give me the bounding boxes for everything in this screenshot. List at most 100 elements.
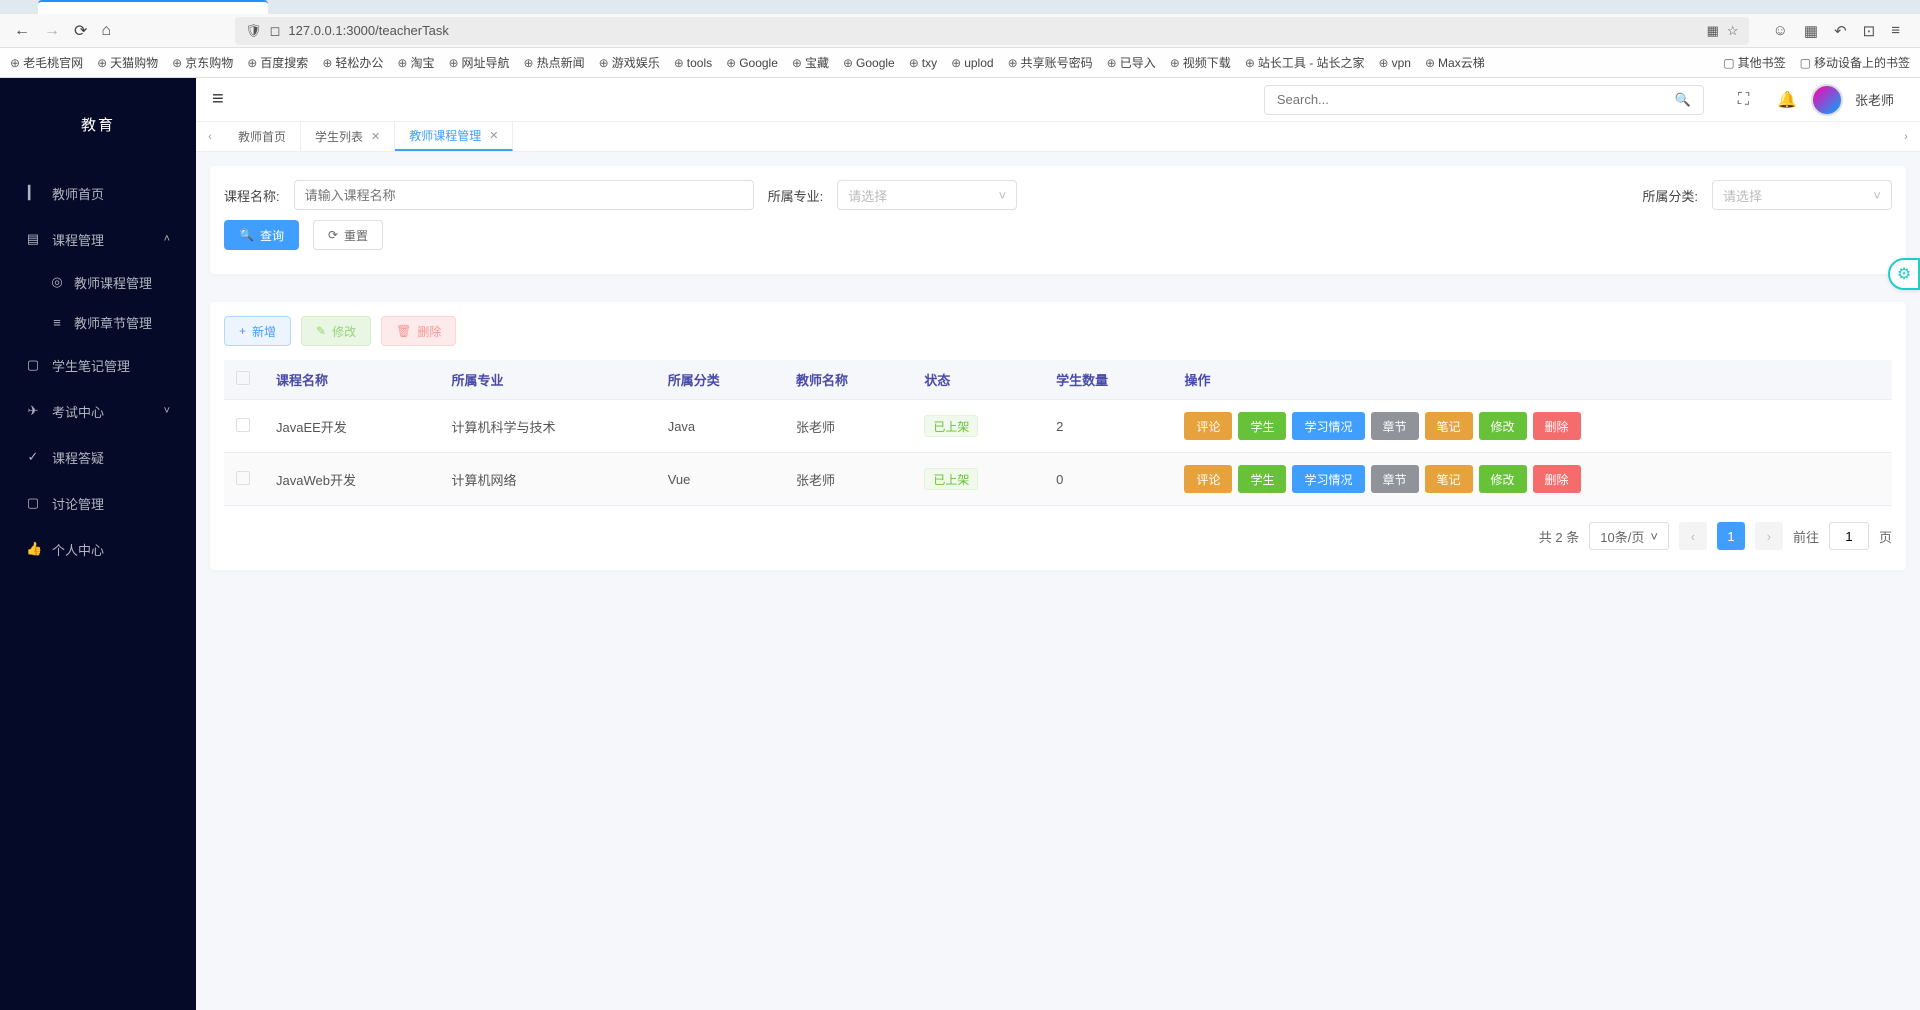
action-button-笔记[interactable]: 笔记 bbox=[1425, 412, 1473, 440]
action-button-评论[interactable]: 评论 bbox=[1184, 412, 1232, 440]
fullscreen-icon[interactable]: ⛶ bbox=[1738, 91, 1749, 109]
goto-page-input[interactable] bbox=[1829, 522, 1869, 550]
sidebar-item[interactable]: ▤课程管理˄ bbox=[0, 216, 196, 262]
action-button-章节[interactable]: 章节 bbox=[1371, 412, 1419, 440]
action-button-修改[interactable]: 修改 bbox=[1479, 465, 1527, 493]
action-button-章节[interactable]: 章节 bbox=[1371, 465, 1419, 493]
bookmark-item[interactable]: ⊕txy bbox=[909, 56, 937, 70]
settings-float-button[interactable]: ⚙ bbox=[1888, 258, 1920, 290]
add-button[interactable]: +新增 bbox=[224, 316, 291, 346]
checkbox-row[interactable] bbox=[236, 471, 250, 485]
bookmark-item[interactable]: ⊕热点新闻 bbox=[524, 54, 585, 71]
action-button-评论[interactable]: 评论 bbox=[1184, 465, 1232, 493]
next-page-button[interactable]: › bbox=[1755, 522, 1783, 550]
sidebar-item[interactable]: ✓课程答疑 bbox=[0, 434, 196, 480]
delete-button[interactable]: 🗑删除 bbox=[381, 316, 456, 346]
chevron-icon: ˅ bbox=[164, 405, 170, 417]
bookmark-item[interactable]: ⊕站长工具 - 站长之家 bbox=[1245, 54, 1365, 71]
bookmark-item[interactable]: ⊕老毛桃官网 bbox=[10, 54, 83, 71]
action-button-删除[interactable]: 删除 bbox=[1533, 465, 1581, 493]
menu-icon[interactable]: ≡ bbox=[1891, 22, 1900, 40]
avatar[interactable] bbox=[1811, 84, 1843, 116]
sidebar-item[interactable]: ▢讨论管理 bbox=[0, 480, 196, 526]
sidebar-item[interactable]: 👍个人中心 bbox=[0, 526, 196, 572]
bell-icon[interactable]: 🔔 bbox=[1777, 90, 1797, 110]
bookmark-item[interactable]: ⊕Max云梯 bbox=[1425, 54, 1485, 71]
filter-name-input[interactable] bbox=[294, 180, 754, 210]
action-button-学习情况[interactable]: 学习情况 bbox=[1292, 465, 1364, 493]
username-label[interactable]: 张老师 bbox=[1855, 90, 1894, 109]
action-button-删除[interactable]: 删除 bbox=[1533, 412, 1581, 440]
topbar: ≡ 🔍 ⛶ 🔔 张老师 bbox=[196, 78, 1920, 122]
checkbox-all[interactable] bbox=[236, 371, 250, 385]
forward-icon[interactable]: → bbox=[44, 22, 60, 40]
bookmark-item[interactable]: ⊕uplod bbox=[951, 56, 993, 70]
sidebar-item[interactable]: ≡教师章节管理 bbox=[0, 302, 196, 342]
bookmark-item[interactable]: ⊕京东购物 bbox=[172, 54, 233, 71]
bookmark-item[interactable]: ⊕已导入 bbox=[1107, 54, 1156, 71]
qr-icon[interactable]: ▦ bbox=[1707, 23, 1719, 39]
query-button[interactable]: 🔍查询 bbox=[224, 220, 299, 250]
address-bar[interactable]: 🛡 ◻ 127.0.0.1:3000/teacherTask ▦ ☆ bbox=[235, 17, 1748, 45]
bookmark-item[interactable]: ⊕Google bbox=[843, 56, 895, 70]
bookmark-item[interactable]: ⊕天猫购物 bbox=[97, 54, 158, 71]
home-icon[interactable]: ⌂ bbox=[101, 22, 111, 40]
bookmark-item[interactable]: ⊕百度搜索 bbox=[247, 54, 308, 71]
browser-active-tab[interactable] bbox=[38, 0, 268, 14]
sidebar-item[interactable]: ◎教师课程管理 bbox=[0, 262, 196, 302]
action-button-学生[interactable]: 学生 bbox=[1238, 465, 1286, 493]
bookmark-item[interactable]: ⊕淘宝 bbox=[397, 54, 434, 71]
tab-scroll-left[interactable]: ‹ bbox=[196, 122, 224, 151]
page-tab[interactable]: 学生列表✕ bbox=[301, 122, 395, 151]
bookmark-item[interactable]: ⊕共享账号密码 bbox=[1008, 54, 1093, 71]
bookmark-item[interactable]: ⊕Google bbox=[726, 56, 778, 70]
search-box[interactable]: 🔍 bbox=[1264, 85, 1704, 115]
page-size-select[interactable]: 10条/页˅ bbox=[1589, 522, 1669, 550]
bookmark-item[interactable]: ▢其他书签 bbox=[1723, 54, 1785, 71]
menu-label: 个人中心 bbox=[52, 540, 104, 559]
bookmark-item[interactable]: ⊕vpn bbox=[1379, 56, 1411, 70]
goto-suffix: 页 bbox=[1879, 527, 1892, 546]
tab-label: 教师首页 bbox=[238, 128, 286, 145]
bookmark-item[interactable]: ⊕游戏娱乐 bbox=[599, 54, 660, 71]
reset-button[interactable]: ⟳重置 bbox=[313, 220, 383, 250]
page-tab[interactable]: 教师首页 bbox=[224, 122, 301, 151]
sidebar-item[interactable]: ▎教师首页 bbox=[0, 170, 196, 216]
menu-icon: ◎ bbox=[50, 274, 64, 290]
tab-scroll-right[interactable]: › bbox=[1892, 122, 1920, 151]
bookmark-item[interactable]: ▢移动设备上的书签 bbox=[1800, 54, 1910, 71]
action-button-笔记[interactable]: 笔记 bbox=[1425, 465, 1473, 493]
action-button-修改[interactable]: 修改 bbox=[1479, 412, 1527, 440]
pocket-icon[interactable]: ⊡ bbox=[1863, 22, 1876, 40]
bookmark-item[interactable]: ⊕轻松办公 bbox=[322, 54, 383, 71]
prev-page-button[interactable]: ‹ bbox=[1679, 522, 1707, 550]
action-button-学生[interactable]: 学生 bbox=[1238, 412, 1286, 440]
bookmark-item[interactable]: ⊕tools bbox=[674, 56, 712, 70]
bookmark-item[interactable]: ⊕宝藏 bbox=[792, 54, 829, 71]
action-button-学习情况[interactable]: 学习情况 bbox=[1292, 412, 1364, 440]
checkbox-row[interactable] bbox=[236, 418, 250, 432]
globe-icon: ⊕ bbox=[792, 56, 802, 70]
star-icon[interactable]: ☆ bbox=[1727, 23, 1739, 39]
bookmark-item[interactable]: ⊕网址导航 bbox=[448, 54, 509, 71]
profile-icon[interactable]: ☺ bbox=[1773, 22, 1788, 40]
page-tab[interactable]: 教师课程管理✕ bbox=[395, 122, 513, 151]
page-1-button[interactable]: 1 bbox=[1717, 522, 1745, 550]
filter-major-select[interactable]: 请选择˅ bbox=[837, 180, 1017, 210]
search-icon[interactable]: 🔍 bbox=[1675, 92, 1691, 108]
sidebar-item[interactable]: ✈考试中心˅ bbox=[0, 388, 196, 434]
content-area: ≡ 🔍 ⛶ 🔔 张老师 ‹ 教师首页学生列表✕教师课程管理✕ › 课程名称: 所… bbox=[196, 78, 1920, 1010]
filter-category-select[interactable]: 请选择˅ bbox=[1712, 180, 1892, 210]
hamburger-icon[interactable]: ≡ bbox=[212, 88, 224, 111]
close-icon[interactable]: ✕ bbox=[489, 129, 498, 142]
close-icon[interactable]: ✕ bbox=[371, 130, 380, 143]
sidebar-item[interactable]: ▢学生笔记管理 bbox=[0, 342, 196, 388]
reload-icon[interactable]: ⟳ bbox=[74, 21, 87, 41]
bookmark-item[interactable]: ⊕视频下载 bbox=[1170, 54, 1231, 71]
menu-icon: ▢ bbox=[26, 357, 40, 373]
extension-icon[interactable]: ▦ bbox=[1804, 22, 1818, 40]
search-input[interactable] bbox=[1277, 92, 1675, 107]
back-icon[interactable]: ← bbox=[14, 22, 30, 40]
undo-icon[interactable]: ↶ bbox=[1834, 22, 1847, 40]
edit-button[interactable]: ✎修改 bbox=[301, 316, 371, 346]
